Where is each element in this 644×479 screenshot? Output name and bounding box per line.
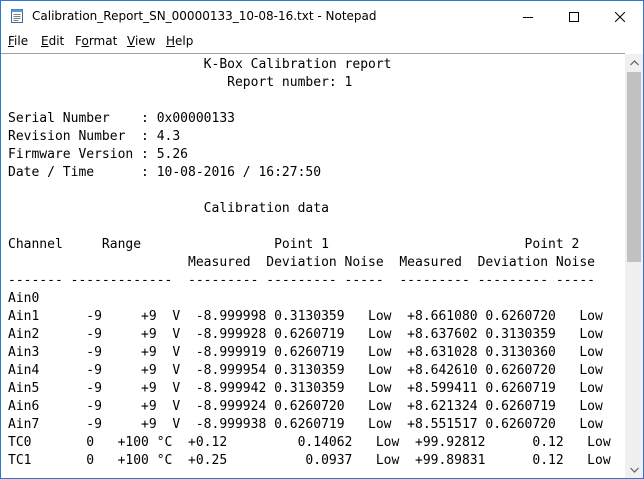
text-line: Ain5 -9 +9 V -8.999942 0.3130359 Low +8.… bbox=[8, 381, 603, 396]
vertical-scrollbar[interactable] bbox=[625, 54, 643, 478]
menu-format-label: rmat bbox=[88, 34, 118, 48]
text-line: Ain3 -9 +9 V -8.999919 0.6260719 Low +8.… bbox=[8, 345, 603, 360]
menu-edit-label: dit bbox=[48, 34, 65, 48]
minimize-button[interactable] bbox=[505, 1, 551, 32]
menu-view[interactable]: View bbox=[127, 34, 155, 48]
text-line: Ain7 -9 +9 V -8.999938 0.6260719 Low +8.… bbox=[8, 417, 603, 432]
menu-view-accel: V bbox=[127, 34, 135, 48]
text-line: Ain0 bbox=[8, 291, 40, 306]
text-line: Date / Time : 10-08-2016 / 16:27:50 bbox=[8, 165, 322, 180]
menu-edit-accel: E bbox=[41, 34, 49, 48]
text-line: Ain4 -9 +9 V -8.999954 0.3130359 Low +8.… bbox=[8, 363, 603, 378]
menu-help-label: elp bbox=[175, 34, 194, 48]
minimize-icon bbox=[523, 16, 533, 18]
scroll-down-button[interactable] bbox=[625, 461, 643, 478]
chevron-down-icon bbox=[629, 467, 639, 473]
menu-help[interactable]: Help bbox=[166, 34, 193, 48]
text-line: TC0 0 +100 °C +0.12 0.14062 Low +99.9281… bbox=[8, 435, 611, 450]
title-bar[interactable]: Calibration_Report_SN_00000133_10-08-16.… bbox=[1, 1, 643, 32]
window-title: Calibration_Report_SN_00000133_10-08-16.… bbox=[32, 9, 377, 23]
menu-file[interactable]: File bbox=[8, 34, 28, 48]
text-line: Ain2 -9 +9 V -8.999928 0.6260719 Low +8.… bbox=[8, 327, 603, 342]
text-line: K-Box Calibration report bbox=[8, 57, 392, 72]
menu-file-label: ile bbox=[14, 34, 29, 48]
notepad-icon bbox=[11, 9, 23, 23]
text-line: Ain1 -9 +9 V -8.999998 0.3130359 Low +8.… bbox=[8, 309, 603, 324]
text-editor[interactable]: K-Box Calibration report Report number: … bbox=[1, 53, 625, 478]
text-line: ------- ------------- --------- --------… bbox=[8, 273, 595, 288]
maximize-icon bbox=[569, 11, 579, 22]
menu-help-accel: H bbox=[166, 34, 176, 48]
chevron-up-icon bbox=[629, 59, 639, 65]
scroll-thumb[interactable] bbox=[627, 72, 641, 262]
close-button[interactable] bbox=[597, 1, 643, 32]
close-icon bbox=[615, 11, 625, 22]
text-line: Calibration data bbox=[8, 201, 329, 216]
text-line: Revision Number : 4.3 bbox=[8, 129, 181, 144]
text-line: TC1 0 +100 °C +0.25 0.0937 Low +99.89831… bbox=[8, 453, 611, 468]
document-text[interactable]: K-Box Calibration report Report number: … bbox=[8, 56, 611, 470]
menu-format-accel: o bbox=[81, 34, 89, 48]
maximize-button[interactable] bbox=[551, 1, 597, 32]
scroll-up-button[interactable] bbox=[625, 54, 643, 71]
text-line: Report number: 1 bbox=[8, 75, 353, 90]
menu-bar: File Edit Format View Help bbox=[1, 32, 643, 52]
text-line: Ain6 -9 +9 V -8.999924 0.6260720 Low +8.… bbox=[8, 399, 603, 414]
text-line: Firmware Version : 5.26 bbox=[8, 147, 189, 162]
notepad-window: Calibration_Report_SN_00000133_10-08-16.… bbox=[0, 0, 644, 479]
text-line: Measured Deviation Noise Measured Deviat… bbox=[8, 255, 595, 270]
text-line: Channel Range Point 1 Point 2 bbox=[8, 237, 580, 252]
menu-view-label: iew bbox=[134, 34, 156, 48]
menu-edit[interactable]: Edit bbox=[41, 34, 64, 48]
text-line: Serial Number : 0x00000133 bbox=[8, 111, 235, 126]
menu-format[interactable]: Format bbox=[75, 34, 117, 48]
